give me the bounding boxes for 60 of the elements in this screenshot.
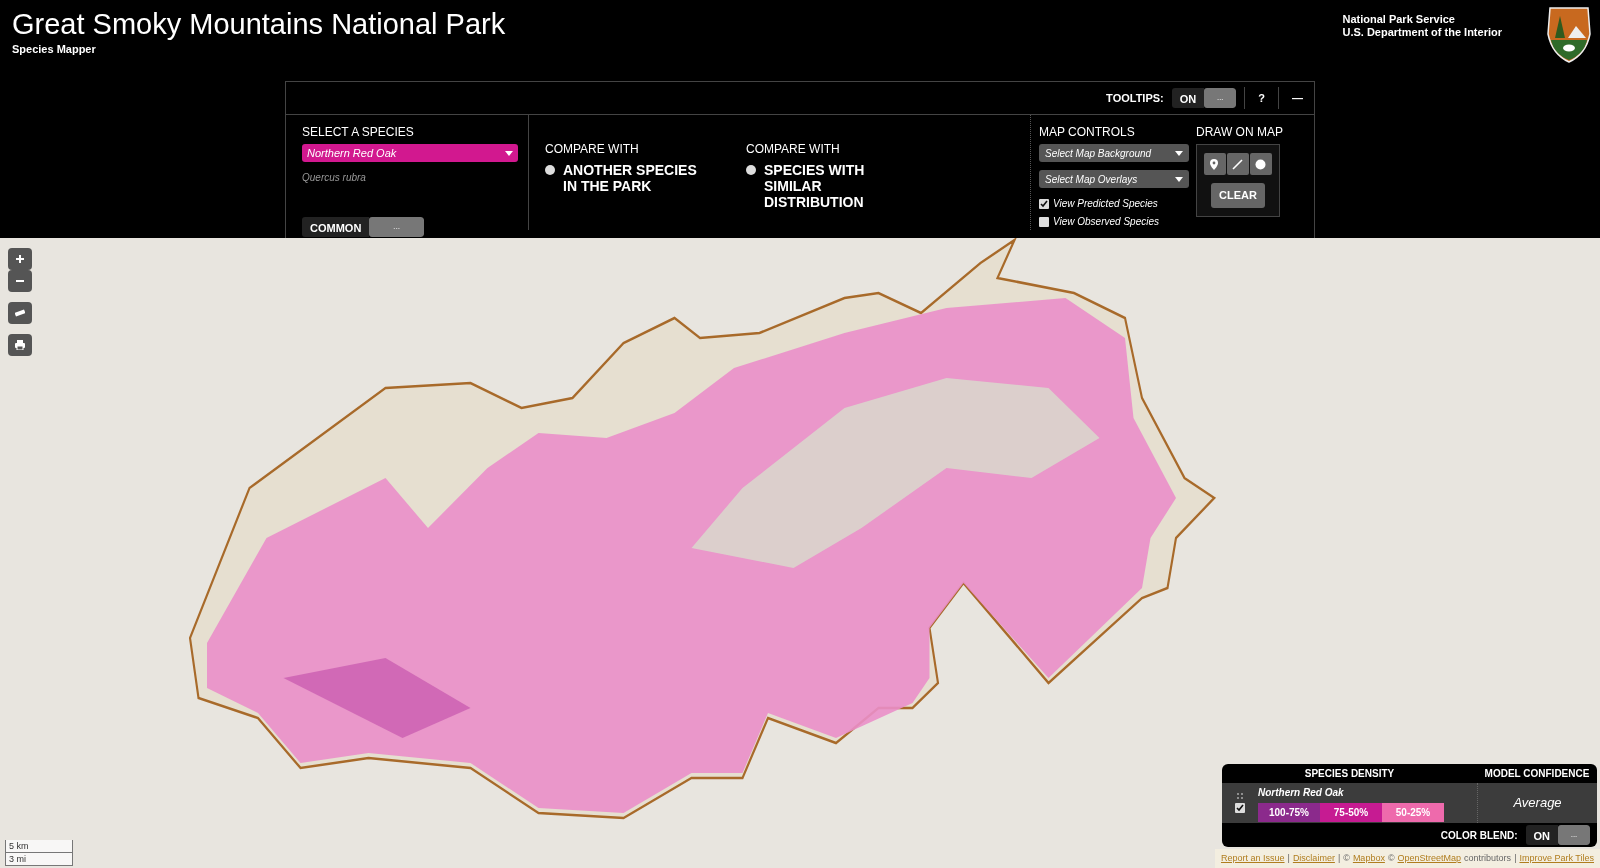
- radio-button[interactable]: [545, 165, 555, 175]
- separator-text: |: [1514, 851, 1517, 865]
- line-icon: [1232, 158, 1243, 170]
- density-swatch: 50-25%: [1382, 802, 1444, 822]
- separator-text: |: [1337, 851, 1341, 865]
- clear-button[interactable]: CLEAR: [1211, 183, 1265, 208]
- print-button[interactable]: [8, 334, 32, 356]
- attribution-text: ©: [1343, 851, 1350, 865]
- section-heading: COMPARE WITH: [545, 141, 640, 158]
- confidence-value: Average: [1513, 794, 1562, 813]
- checkbox[interactable]: [1235, 803, 1245, 813]
- density-swatch: 75-50%: [1320, 802, 1382, 822]
- scientific-name: Quercus rubra: [302, 171, 367, 185]
- map-dropdown[interactable]: Select Map Background: [1039, 144, 1189, 162]
- caret-icon: [1175, 150, 1183, 156]
- ruler-icon: [15, 308, 25, 318]
- marker-pin-icon: [1209, 158, 1220, 170]
- checkbox-label[interactable]: View Observed Species: [1053, 214, 1159, 229]
- tooltips-label: TOOLTIPS:: [1106, 90, 1164, 106]
- legend-species-name: Northern Red Oak: [1258, 785, 1345, 800]
- page-title: Great Smoky Mountains National Park: [12, 10, 506, 39]
- section-heading: SELECT A SPECIES: [302, 124, 415, 141]
- section-heading: MAP CONTROLS: [1039, 124, 1136, 141]
- attribution-text: ©: [1387, 851, 1395, 865]
- legend-heading: SPECIES DENSITY: [1303, 767, 1396, 781]
- section-heading: DRAW ON MAP: [1196, 124, 1283, 141]
- circle-icon: [1255, 158, 1266, 170]
- minimize-button[interactable]: —: [1287, 88, 1308, 108]
- department-name: U.S. Department of the Interior: [1342, 25, 1502, 39]
- species-dropdown[interactable]: Northern Red Oak: [302, 144, 518, 162]
- legend-heading: MODEL CONFIDENCE: [1483, 767, 1591, 781]
- section-heading: COMPARE WITH: [746, 141, 841, 158]
- caret-icon: [505, 150, 513, 156]
- zoom-out-button[interactable]: [8, 270, 32, 292]
- drag-handle-icon[interactable]: [1237, 793, 1243, 799]
- draw-tool-button[interactable]: [1249, 153, 1272, 175]
- caret-icon: [1175, 176, 1183, 182]
- radio-button[interactable]: [746, 165, 756, 175]
- compare-option[interactable]: SPECIES WITH SIMILAR DISTRIBUTION: [746, 162, 1020, 211]
- arrowhead-emblem-icon: [1546, 4, 1592, 64]
- color-blend-label: COLOR BLEND:: [1440, 828, 1518, 843]
- checkbox-label[interactable]: View Predicted Species: [1053, 196, 1158, 211]
- checkbox[interactable]: [1039, 216, 1049, 227]
- density-swatch: 100-75%: [1258, 802, 1320, 822]
- measure-button[interactable]: [8, 302, 32, 324]
- scale-bar: 3 mi: [5, 853, 73, 866]
- separator-text: |: [1287, 851, 1290, 865]
- page-subtitle: Species Mapper: [11, 42, 96, 57]
- map-dropdown[interactable]: Select Map Overlays: [1039, 170, 1189, 188]
- zoom-in-button[interactable]: [8, 248, 32, 270]
- checkbox[interactable]: [1039, 198, 1049, 209]
- zoom-in-icon: [15, 254, 25, 264]
- print-icon: [15, 340, 25, 350]
- draw-tool-button[interactable]: [1226, 153, 1249, 175]
- scale-bar: 5 km: [5, 840, 73, 853]
- attribution-text: contributors: [1464, 851, 1512, 865]
- draw-tool-button[interactable]: [1203, 153, 1226, 175]
- help-button[interactable]: ?: [1253, 88, 1270, 108]
- compare-option[interactable]: ANOTHER SPECIES IN THE PARK: [545, 162, 720, 195]
- agency-name: National Park Service: [1342, 13, 1456, 26]
